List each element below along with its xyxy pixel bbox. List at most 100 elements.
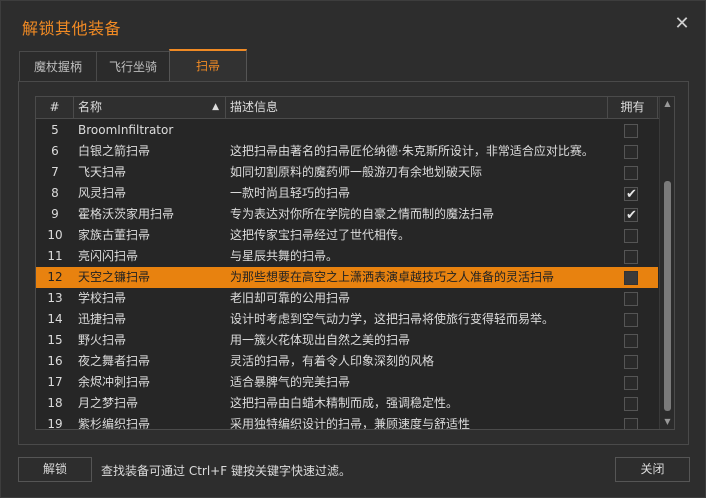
row-description: 一款时尚且轻巧的扫帚 xyxy=(230,186,351,200)
row-name: 飞天扫帚 xyxy=(78,165,127,179)
table-row[interactable]: 14 迅捷扫帚 设计时考虑到空气动力学，这把扫帚将使旅行变得轻而易举。 xyxy=(36,309,658,330)
owned-checkbox[interactable]: ✔ xyxy=(624,208,638,222)
row-name: 野火扫帚 xyxy=(78,333,127,347)
owned-checkbox[interactable] xyxy=(624,355,638,369)
row-number: 12 xyxy=(47,270,63,284)
tab-wand-handles[interactable]: 魔杖握柄 xyxy=(19,51,97,82)
row-description: 如同切割原料的魔药师一般游刃有余地划破天际 xyxy=(230,165,483,179)
table-row[interactable]: 7 飞天扫帚 如同切割原料的魔药师一般游刃有余地划破天际 xyxy=(36,162,658,183)
owned-checkbox[interactable] xyxy=(624,313,638,327)
owned-checkbox[interactable] xyxy=(624,124,638,138)
table-row[interactable]: 19 紫杉编织扫帚 采用独特编织设计的扫帚，兼顾速度与舒适性 xyxy=(36,414,658,430)
column-header-description[interactable]: 描述信息 xyxy=(226,97,608,119)
table-row[interactable]: 16 夜之舞者扫帚 灵活的扫帚，有着令人印象深刻的风格 xyxy=(36,351,658,372)
row-name: 亮闪闪扫帚 xyxy=(78,249,139,263)
close-icon[interactable]: ✕ xyxy=(672,14,692,34)
filter-hint: 查找装备可通过 Ctrl+F 键按关键字快速过滤。 xyxy=(101,464,351,478)
owned-checkbox[interactable] xyxy=(624,145,638,159)
row-name: 学校扫帚 xyxy=(78,291,127,305)
row-number: 16 xyxy=(47,354,63,368)
owned-checkbox[interactable] xyxy=(624,334,638,348)
sort-ascending-icon: ▲ xyxy=(212,102,219,112)
table-row[interactable]: 5 BroomInfiltrator xyxy=(36,120,658,141)
table-row[interactable]: 8 风灵扫帚 一款时尚且轻巧的扫帚 ✔ xyxy=(36,183,658,204)
checkmark-icon: ✔ xyxy=(626,187,637,201)
row-name: 天空之镰扫帚 xyxy=(78,270,151,284)
row-description: 采用独特编织设计的扫帚，兼顾速度与舒适性 xyxy=(230,417,471,430)
scroll-up-icon[interactable]: ▲ xyxy=(660,99,674,109)
owned-checkbox[interactable] xyxy=(624,397,638,411)
table-row[interactable]: 17 余烬冲刺扫帚 适合暴脾气的完美扫帚 xyxy=(36,372,658,393)
row-number: 8 xyxy=(51,186,59,200)
row-description xyxy=(230,120,606,141)
table-row[interactable]: 15 野火扫帚 用一簇火花体现出自然之美的扫帚 xyxy=(36,330,658,351)
scroll-down-icon[interactable]: ▼ xyxy=(660,417,674,427)
table-row[interactable]: 11 亮闪闪扫帚 与星辰共舞的扫帚。 xyxy=(36,246,658,267)
row-description: 用一簇火花体现出自然之美的扫帚 xyxy=(230,333,411,347)
row-name: 夜之舞者扫帚 xyxy=(78,354,151,368)
tab-bar: 魔杖握柄 飞行坐骑 扫帚 xyxy=(19,49,247,82)
table-header: # 名称 ▲ 描述信息 拥有 xyxy=(36,97,674,119)
owned-checkbox[interactable]: ✔ xyxy=(624,187,638,201)
row-number: 11 xyxy=(47,249,63,263)
row-number: 15 xyxy=(47,333,63,347)
row-name: 家族古董扫帚 xyxy=(78,228,151,242)
owned-checkbox[interactable] xyxy=(624,250,638,264)
row-name: 迅捷扫帚 xyxy=(78,312,127,326)
dialog-title: 解锁其他装备 xyxy=(22,19,122,38)
row-description: 灵活的扫帚，有着令人印象深刻的风格 xyxy=(230,354,435,368)
vertical-scrollbar[interactable]: ▲ ▼ xyxy=(659,97,674,429)
row-number: 10 xyxy=(47,228,63,242)
row-name: 紫杉编织扫帚 xyxy=(78,417,151,430)
row-number: 5 xyxy=(51,123,59,137)
row-description: 适合暴脾气的完美扫帚 xyxy=(230,375,351,389)
tab-brooms[interactable]: 扫帚 xyxy=(169,49,247,82)
table-row[interactable]: 9 霍格沃茨家用扫帚 专为表达对你所在学院的自豪之情而制的魔法扫帚 ✔ xyxy=(36,204,658,225)
row-number: 6 xyxy=(51,144,59,158)
owned-checkbox[interactable] xyxy=(624,418,638,429)
table-row[interactable]: 10 家族古董扫帚 这把传家宝扫帚经过了世代相传。 xyxy=(36,225,658,246)
table-body: 5 BroomInfiltrator 6 白银之箭扫帚 这把扫帚由著名的扫帚匠伦纳德·朱… xyxy=(36,120,658,430)
row-description: 专为表达对你所在学院的自豪之情而制的魔法扫帚 xyxy=(230,207,495,221)
row-number: 18 xyxy=(47,396,63,410)
table-row[interactable]: 13 学校扫帚 老旧却可靠的公用扫帚 xyxy=(36,288,658,309)
checkmark-icon: ✔ xyxy=(626,208,637,222)
column-header-name[interactable]: 名称 ▲ xyxy=(74,97,226,119)
unlock-equipment-dialog: 解锁其他装备 ✕ 魔杖握柄 飞行坐骑 扫帚 # 名称 ▲ 描述信息 拥有 5 Br… xyxy=(0,0,706,498)
close-button[interactable]: 关闭 xyxy=(615,457,690,482)
row-name: 余烬冲刺扫帚 xyxy=(78,375,151,389)
scrollbar-thumb[interactable] xyxy=(664,181,671,411)
unlock-button[interactable]: 解锁 xyxy=(18,457,92,482)
row-name: 月之梦扫帚 xyxy=(78,396,139,410)
row-description: 这把传家宝扫帚经过了世代相传。 xyxy=(230,228,411,242)
row-description: 这把扫帚由白蜡木精制而成，强调稳定性。 xyxy=(230,396,459,410)
row-description: 这把扫帚由著名的扫帚匠伦纳德·朱克斯所设计，非常适合应对比赛。 xyxy=(230,144,594,158)
owned-checkbox[interactable] xyxy=(624,376,638,390)
column-header-owned[interactable]: 拥有 xyxy=(608,97,658,119)
row-name: 霍格沃茨家用扫帚 xyxy=(78,207,175,221)
broom-table: # 名称 ▲ 描述信息 拥有 5 BroomInfiltrator 6 白银之箭扫帚这… xyxy=(35,96,675,430)
column-header-name-label: 名称 xyxy=(78,100,103,114)
row-number: 13 xyxy=(47,291,63,305)
row-number: 14 xyxy=(47,312,63,326)
row-number: 7 xyxy=(51,165,59,179)
title-bar: 解锁其他装备 ✕ xyxy=(1,1,705,47)
row-number: 19 xyxy=(47,417,63,430)
owned-checkbox[interactable] xyxy=(624,292,638,306)
table-row[interactable]: 6 白银之箭扫帚 这把扫帚由著名的扫帚匠伦纳德·朱克斯所设计，非常适合应对比赛。 xyxy=(36,141,658,162)
row-description: 老旧却可靠的公用扫帚 xyxy=(230,291,351,305)
row-name: BroomInfiltrator xyxy=(78,123,174,137)
table-row[interactable]: 18 月之梦扫帚 这把扫帚由白蜡木精制而成，强调稳定性。 xyxy=(36,393,658,414)
owned-checkbox[interactable] xyxy=(624,166,638,180)
owned-checkbox[interactable] xyxy=(624,229,638,243)
table-row[interactable]: 12 天空之镰扫帚 为那些想要在高空之上潇洒表演卓越技巧之人准备的灵活扫帚 xyxy=(36,267,658,288)
row-description: 设计时考虑到空气动力学，这把扫帚将使旅行变得轻而易举。 xyxy=(230,312,555,326)
tab-flying-mounts[interactable]: 飞行坐骑 xyxy=(96,51,170,82)
owned-checkbox[interactable] xyxy=(624,271,638,285)
footer: 解锁 查找装备可通过 Ctrl+F 键按关键字快速过滤。 关闭 xyxy=(1,453,705,493)
column-header-number[interactable]: # xyxy=(36,97,74,119)
row-name: 白银之箭扫帚 xyxy=(78,144,151,158)
row-number: 9 xyxy=(51,207,59,221)
row-description: 与星辰共舞的扫帚。 xyxy=(230,249,339,263)
row-description: 为那些想要在高空之上潇洒表演卓越技巧之人准备的灵活扫帚 xyxy=(230,270,555,284)
